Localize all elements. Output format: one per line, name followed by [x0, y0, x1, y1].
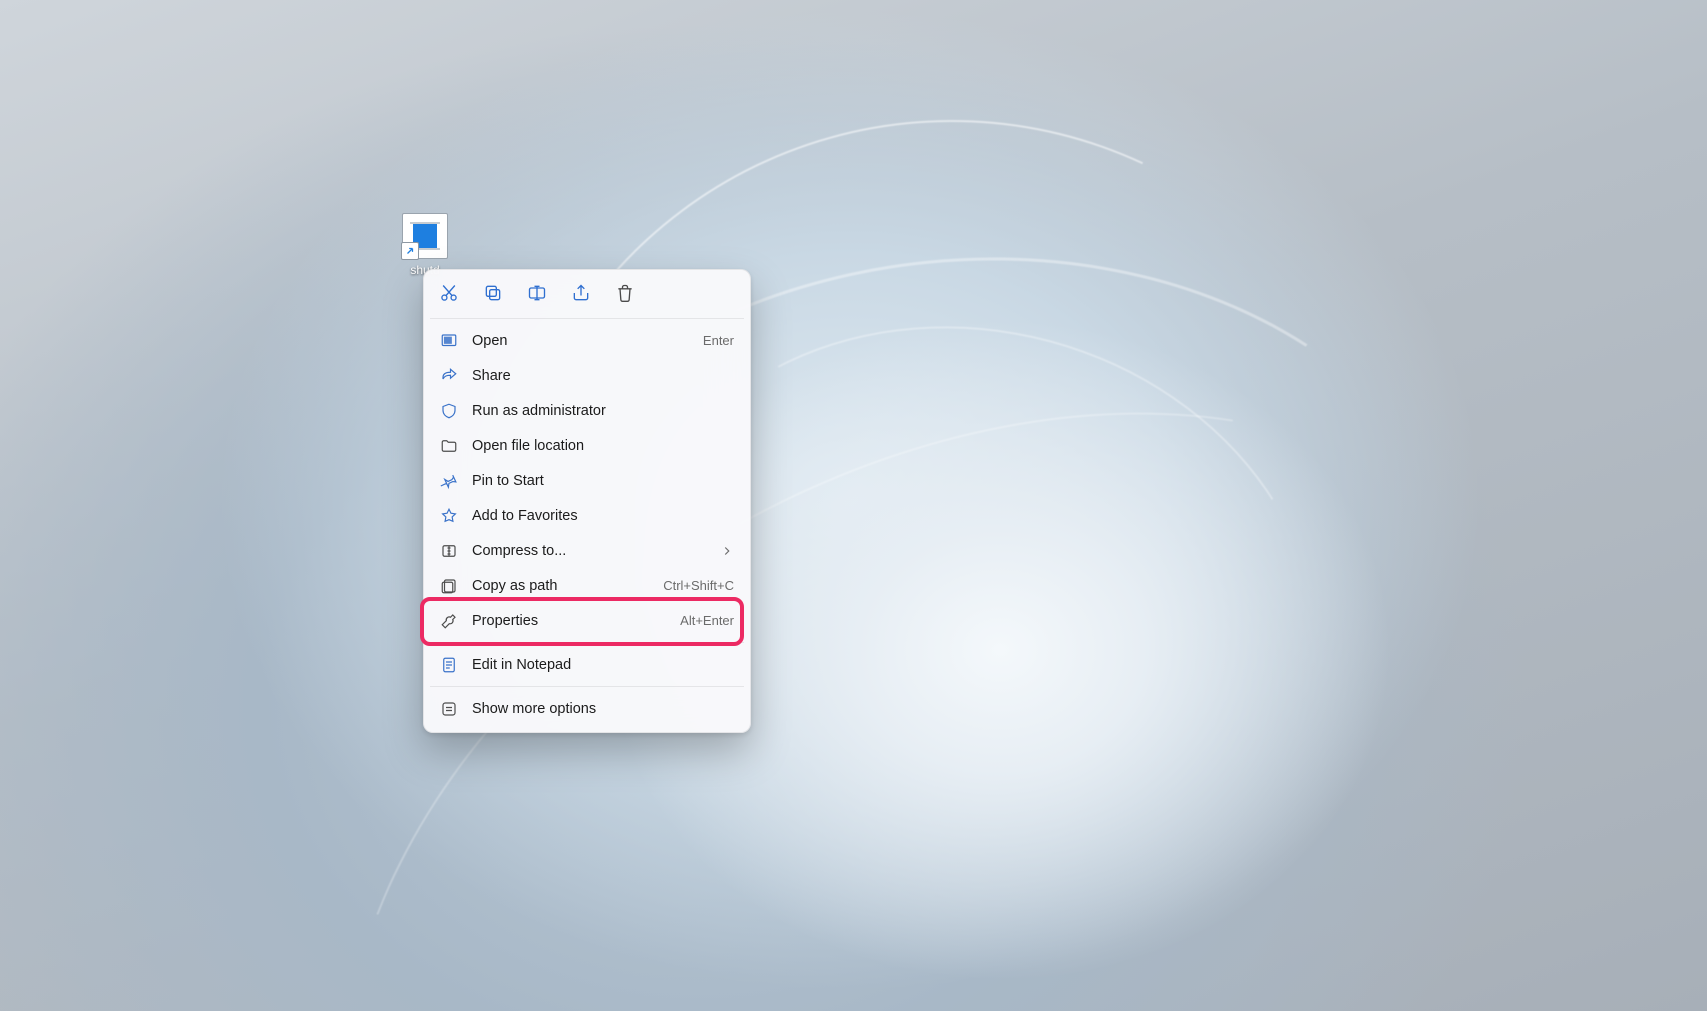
- context-menu-iconbar: [430, 276, 744, 314]
- menu-item-pin-to-start[interactable]: Pin to Start: [430, 463, 744, 498]
- menu-item-label: Add to Favorites: [472, 508, 734, 524]
- menu-item-accel: Alt+Enter: [680, 613, 734, 628]
- menu-item-label: Properties: [472, 613, 666, 629]
- menu-separator: [430, 318, 744, 319]
- menu-item-show-more-options[interactable]: Show more options: [430, 691, 744, 726]
- copy-path-icon: [440, 577, 458, 595]
- desktop-shortcut[interactable]: shutd: [387, 213, 463, 277]
- menu-item-run-as-admin[interactable]: Run as administrator: [430, 393, 744, 428]
- menu-separator: [430, 642, 744, 643]
- menu-item-label: Show more options: [472, 701, 734, 717]
- menu-item-accel: Enter: [703, 333, 734, 348]
- chevron-right-icon: [720, 544, 734, 558]
- menu-separator: [430, 686, 744, 687]
- menu-item-label: Compress to...: [472, 543, 706, 559]
- menu-item-compress[interactable]: Compress to...: [430, 533, 744, 568]
- menu-item-copy-as-path[interactable]: Copy as path Ctrl+Shift+C: [430, 568, 744, 603]
- notepad-icon: [440, 656, 458, 674]
- shield-icon: [440, 402, 458, 420]
- menu-item-label: Run as administrator: [472, 403, 734, 419]
- menu-item-add-to-favorites[interactable]: Add to Favorites: [430, 498, 744, 533]
- menu-item-label: Share: [472, 368, 734, 384]
- menu-item-edit-in-notepad[interactable]: Edit in Notepad: [430, 647, 744, 682]
- menu-item-open-file-location[interactable]: Open file location: [430, 428, 744, 463]
- cut-icon[interactable]: [438, 282, 460, 304]
- desktop[interactable]: shutd Open Enter: [0, 0, 1707, 1011]
- context-menu: Open Enter Share Run as administrator Op…: [423, 269, 751, 733]
- share-arrow-icon: [440, 367, 458, 385]
- share-icon[interactable]: [570, 282, 592, 304]
- menu-item-properties[interactable]: Properties Alt+Enter: [430, 603, 744, 638]
- more-options-icon: [440, 700, 458, 718]
- shortcut-icon: [402, 213, 448, 259]
- delete-icon[interactable]: [614, 282, 636, 304]
- menu-item-share[interactable]: Share: [430, 358, 744, 393]
- copy-icon[interactable]: [482, 282, 504, 304]
- rename-icon[interactable]: [526, 282, 548, 304]
- menu-item-label: Open file location: [472, 438, 734, 454]
- menu-item-open[interactable]: Open Enter: [430, 323, 744, 358]
- star-icon: [440, 507, 458, 525]
- menu-item-accel: Ctrl+Shift+C: [663, 578, 734, 593]
- folder-icon: [440, 437, 458, 455]
- archive-icon: [440, 542, 458, 560]
- open-icon: [440, 332, 458, 350]
- pin-icon: [440, 472, 458, 490]
- wrench-icon: [440, 612, 458, 630]
- menu-item-label: Copy as path: [472, 578, 649, 594]
- menu-item-label: Open: [472, 333, 689, 349]
- menu-item-label: Edit in Notepad: [472, 657, 734, 673]
- menu-item-label: Pin to Start: [472, 473, 734, 489]
- shortcut-overlay-arrow-icon: [401, 242, 419, 260]
